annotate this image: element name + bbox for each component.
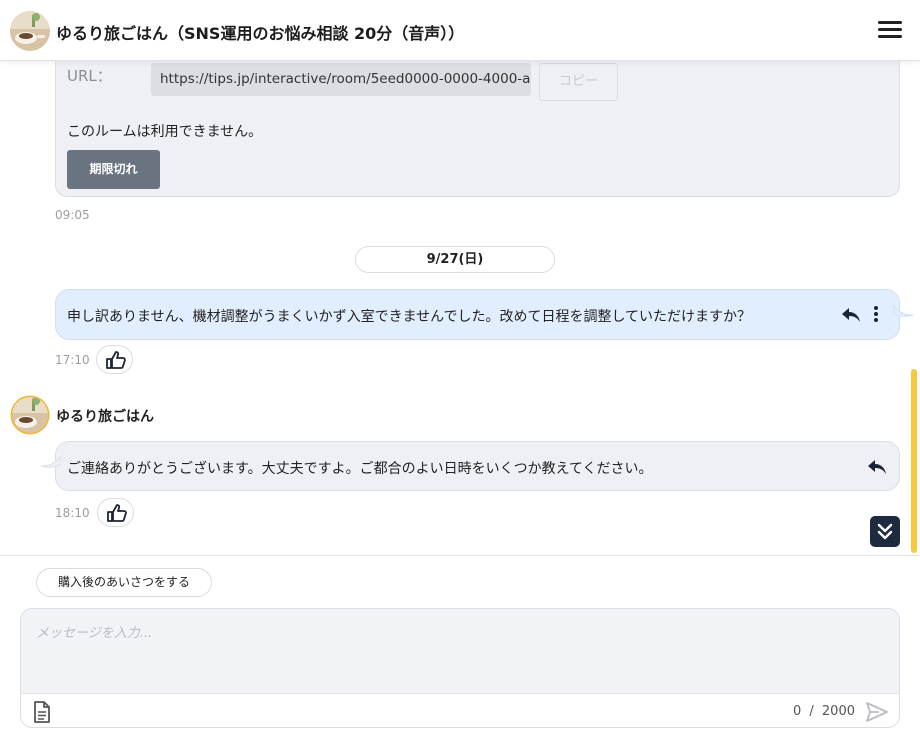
own-message-bubble: 申し訳ありません、機材調整がうまくいかず入室できませんでした。改めて日程を調整し…: [55, 289, 900, 340]
message-timestamp: 09:05: [55, 208, 90, 222]
more-options-icon[interactable]: [872, 304, 880, 324]
app-header: ゆるり旅ごはん（SNS運用のお悩み相談 20分（音声））: [0, 0, 920, 61]
scroll-to-bottom-button[interactable]: [870, 516, 900, 547]
voice-room-card: URL： https://tips.jp/interactive/room/5e…: [55, 61, 900, 197]
thumbs-up-icon: [107, 504, 127, 522]
sender-name: ゆるり旅ごはん: [56, 409, 154, 425]
char-count: 0: [792, 704, 802, 719]
char-separator: /: [809, 704, 814, 719]
message-timestamp: 18:10: [55, 506, 90, 520]
char-max: 2000: [821, 704, 855, 719]
greeting-template-button[interactable]: 購入後のあいさつをする: [36, 568, 212, 597]
received-message-bubble: ご連絡ありがとうございます。大丈夫ですよ。ご都合のよい日時をいくつか教えてくださ…: [55, 441, 900, 491]
url-label: URL：: [67, 67, 112, 85]
hamburger-menu-button[interactable]: [878, 21, 902, 41]
double-chevron-down-icon: [877, 523, 893, 540]
hamburger-line-icon: [878, 28, 902, 31]
bubble-tail-icon: [40, 455, 61, 468]
attach-file-icon[interactable]: [33, 701, 51, 723]
character-counter: 0 / 2000: [793, 704, 855, 719]
hamburger-line-icon: [878, 21, 902, 24]
message-timestamp: 17:10: [55, 353, 90, 367]
page-title: ゆるり旅ごはん（SNS運用のお悩み相談 20分（音声））: [56, 24, 465, 43]
room-url-field[interactable]: https://tips.jp/interactive/room/5eed000…: [151, 63, 531, 96]
sender-avatar[interactable]: [10, 395, 50, 435]
message-input[interactable]: [21, 609, 899, 693]
message-composer: 購入後のあいさつをする 0 / 2000: [0, 555, 920, 748]
expired-button[interactable]: 期限切れ: [67, 150, 160, 189]
reply-icon[interactable]: [840, 306, 862, 324]
room-status-text: このルームは利用できません。: [67, 124, 263, 140]
hamburger-line-icon: [878, 35, 902, 38]
send-icon[interactable]: [865, 701, 889, 723]
like-button[interactable]: [97, 498, 134, 527]
message-input-box: 0 / 2000: [20, 608, 900, 728]
date-separator: 9/27(日): [355, 246, 555, 273]
message-text: 申し訳ありません、機材調整がうまくいかず入室できませんでした。改めて日程を調整し…: [67, 309, 752, 325]
bubble-tail-icon: [893, 304, 914, 317]
input-footer: 0 / 2000: [21, 693, 899, 727]
chat-thread[interactable]: URL： https://tips.jp/interactive/room/5e…: [0, 61, 920, 555]
reply-icon[interactable]: [866, 458, 888, 476]
like-button[interactable]: [96, 345, 133, 374]
message-text: ご連絡ありがとうございます。大丈夫ですよ。ご都合のよい日時をいくつか教えてくださ…: [67, 461, 653, 477]
copy-url-button[interactable]: コピー: [539, 63, 618, 101]
scrollbar-thumb[interactable]: [911, 369, 917, 553]
channel-avatar[interactable]: [10, 11, 50, 51]
thumbs-up-icon: [106, 351, 126, 369]
